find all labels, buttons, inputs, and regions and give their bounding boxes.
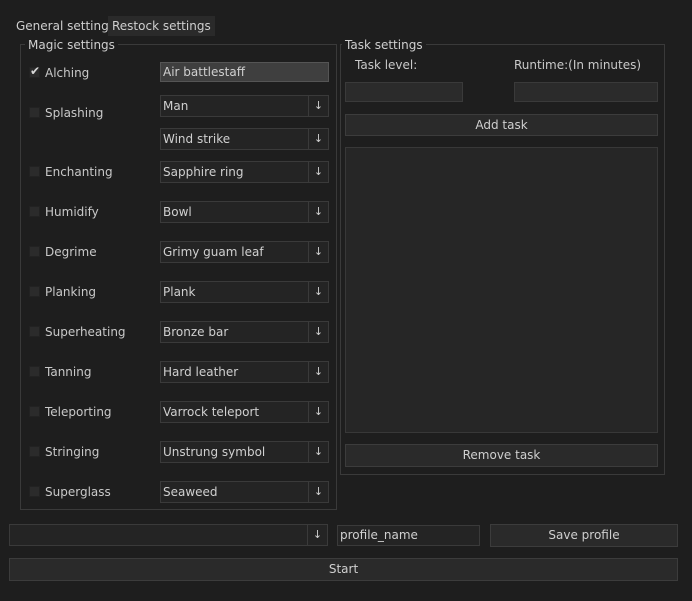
tanning-checkbox[interactable] xyxy=(29,366,40,377)
magic-settings-title: Magic settings xyxy=(25,38,118,52)
enchanting-value: Sapphire ring xyxy=(163,165,244,179)
teleporting-label: Teleporting xyxy=(45,405,112,419)
task-list[interactable] xyxy=(345,147,658,433)
planking-value: Plank xyxy=(163,285,196,299)
degrime-value: Grimy guam leaf xyxy=(163,245,264,259)
teleporting-select[interactable]: Varrock teleport ↓ xyxy=(160,401,329,423)
chevron-down-icon[interactable]: ↓ xyxy=(308,482,328,502)
humidify-checkbox[interactable] xyxy=(29,206,40,217)
chevron-down-icon[interactable]: ↓ xyxy=(308,322,328,342)
humidify-select[interactable]: Bowl ↓ xyxy=(160,201,329,223)
planking-label: Planking xyxy=(45,285,97,299)
start-button[interactable]: Start xyxy=(9,558,678,581)
tanning-select[interactable]: Hard leather ↓ xyxy=(160,361,329,383)
superheating-label: Superheating xyxy=(45,325,126,339)
chevron-down-icon[interactable]: ↓ xyxy=(308,242,328,262)
chevron-down-icon[interactable]: ↓ xyxy=(308,282,328,302)
alching-label: Alching xyxy=(45,66,90,80)
superheating-checkbox[interactable] xyxy=(29,326,40,337)
stringing-label: Stringing xyxy=(45,445,100,459)
enchanting-select[interactable]: Sapphire ring ↓ xyxy=(160,161,329,183)
task-level-input[interactable] xyxy=(345,82,463,102)
runtime-label: Runtime:(In minutes) xyxy=(514,58,642,72)
chevron-down-icon[interactable]: ↓ xyxy=(308,129,328,149)
splashing-spell-select[interactable]: Wind strike ↓ xyxy=(160,128,329,150)
remove-task-button[interactable]: Remove task xyxy=(345,444,658,467)
enchanting-checkbox[interactable] xyxy=(29,166,40,177)
profile-name-input[interactable]: profile_name xyxy=(337,525,480,546)
splashing-label: Splashing xyxy=(45,106,104,120)
chevron-down-icon[interactable]: ↓ xyxy=(308,162,328,182)
humidify-value: Bowl xyxy=(163,205,192,219)
teleporting-value: Varrock teleport xyxy=(163,405,260,419)
splashing-checkbox[interactable] xyxy=(29,107,40,118)
splashing-target-select[interactable]: Man ↓ xyxy=(160,95,329,117)
superglass-label: Superglass xyxy=(45,485,111,499)
tanning-label: Tanning xyxy=(45,365,92,379)
superheating-select[interactable]: Bronze bar ↓ xyxy=(160,321,329,343)
enchanting-label: Enchanting xyxy=(45,165,113,179)
degrime-checkbox[interactable] xyxy=(29,246,40,257)
superglass-value: Seaweed xyxy=(163,485,218,499)
chevron-down-icon[interactable]: ↓ xyxy=(308,202,328,222)
tab-restock-settings[interactable]: Restock settings xyxy=(108,16,215,36)
task-level-label: Task level: xyxy=(355,58,418,72)
planking-select[interactable]: Plank ↓ xyxy=(160,281,329,303)
alching-checkbox[interactable]: ✔ xyxy=(29,64,41,78)
task-settings-title: Task settings xyxy=(342,38,426,52)
planking-checkbox[interactable] xyxy=(29,286,40,297)
stringing-checkbox[interactable] xyxy=(29,446,40,457)
profile-select[interactable]: ↓ xyxy=(9,524,328,546)
chevron-down-icon[interactable]: ↓ xyxy=(308,442,328,462)
superglass-select[interactable]: Seaweed ↓ xyxy=(160,481,329,503)
superglass-checkbox[interactable] xyxy=(29,486,40,497)
add-task-button[interactable]: Add task xyxy=(345,114,658,136)
runtime-input[interactable] xyxy=(514,82,658,102)
tab-general-settings[interactable]: General settings xyxy=(12,16,119,36)
degrime-label: Degrime xyxy=(45,245,97,259)
tanning-value: Hard leather xyxy=(163,365,239,379)
stringing-select[interactable]: Unstrung symbol ↓ xyxy=(160,441,329,463)
chevron-down-icon[interactable]: ↓ xyxy=(308,96,328,116)
splashing-spell-value: Wind strike xyxy=(163,132,231,146)
degrime-select[interactable]: Grimy guam leaf ↓ xyxy=(160,241,329,263)
splashing-target-value: Man xyxy=(163,99,189,113)
chevron-down-icon[interactable]: ↓ xyxy=(308,402,328,422)
check-icon: ✔ xyxy=(30,64,41,78)
teleporting-checkbox[interactable] xyxy=(29,406,40,417)
humidify-label: Humidify xyxy=(45,205,99,219)
chevron-down-icon[interactable]: ↓ xyxy=(308,362,328,382)
stringing-value: Unstrung symbol xyxy=(163,445,266,459)
chevron-down-icon[interactable]: ↓ xyxy=(307,525,327,545)
save-profile-button[interactable]: Save profile xyxy=(490,524,678,547)
alching-item-field[interactable]: Air battlestaff xyxy=(160,62,329,82)
superheating-value: Bronze bar xyxy=(163,325,229,339)
